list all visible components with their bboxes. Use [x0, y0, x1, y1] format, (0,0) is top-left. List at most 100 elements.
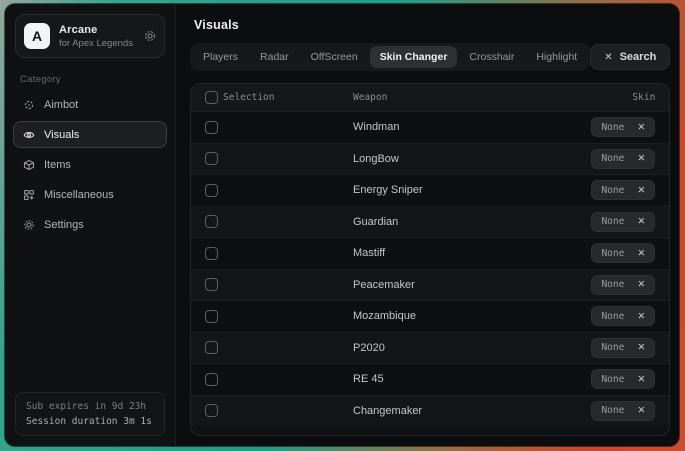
skin-column-header: Skin [632, 92, 655, 103]
crosshair-icon [23, 99, 35, 111]
sidebar-item-miscellaneous[interactable]: Miscellaneous [13, 181, 167, 208]
table-body: Windman None ✕ LongBow None ✕ Energy Sniper Non… [191, 111, 669, 426]
subscription-card: Sub expires in 9d 23h Session duration 3… [15, 392, 165, 436]
search-button[interactable]: ✕ Search [590, 44, 670, 70]
main-panel: Visuals PlayersRadarOffScreenSkin Change… [176, 4, 679, 446]
skin-select[interactable]: None ✕ [591, 212, 655, 232]
table-row: ChangemakerNone✕ [191, 395, 669, 427]
sidebar-item-visuals[interactable]: Visuals [13, 121, 167, 148]
tab-crosshair[interactable]: Crosshair [459, 46, 524, 68]
sidebar-item-aimbot[interactable]: Aimbot [13, 91, 167, 118]
session-duration-text: Session duration 3m 1s [26, 416, 154, 427]
skin-select[interactable]: None✕ [591, 369, 655, 389]
skin-select[interactable]: None ✕ [591, 243, 655, 263]
table-row: Mozambique None ✕ [191, 300, 669, 332]
sidebar-item-items[interactable]: Items [13, 151, 167, 178]
row-checkbox[interactable] [205, 215, 218, 228]
category-label: Category [20, 74, 175, 85]
clear-skin-icon[interactable]: ✕ [637, 216, 645, 227]
weapon-name: Energy Sniper [353, 184, 591, 196]
table-row: MastiffNone✕ [191, 237, 669, 269]
skin-value: None [601, 248, 624, 259]
clear-skin-icon[interactable]: ✕ [637, 122, 645, 133]
sidebar-item-settings[interactable]: Settings [13, 211, 167, 238]
skin-value: None [601, 216, 624, 227]
row-checkbox[interactable] [205, 373, 218, 386]
app-header-card: A Arcane for Apex Legends [15, 14, 165, 58]
table-row: P2020 None ✕ [191, 332, 669, 364]
row-checkbox[interactable] [205, 310, 218, 323]
gear-icon [23, 219, 35, 231]
select-all-checkbox[interactable] [205, 91, 218, 104]
weapon-name: Mozambique [353, 310, 591, 322]
sidebar-nav: Aimbot Visuals Items Miscellaneous Settings [5, 91, 175, 238]
sidebar-item-label: Items [44, 159, 71, 171]
sidebar-item-label: Visuals [44, 129, 79, 141]
clear-skin-icon[interactable]: ✕ [637, 248, 645, 259]
clear-skin-icon[interactable]: ✕ [637, 279, 645, 290]
tab-skin-changer[interactable]: Skin Changer [370, 46, 458, 68]
page-title: Visuals [194, 18, 670, 32]
skin-table: Selection Weapon Skin Windman None ✕ LongBo… [190, 83, 670, 436]
table-row: Energy Sniper None ✕ [191, 174, 669, 206]
tab-group: PlayersRadarOffScreenSkin ChangerCrossha… [190, 43, 590, 71]
skin-value: None [601, 342, 624, 353]
clear-skin-icon[interactable]: ✕ [637, 342, 645, 353]
weapon-name: Peacemaker [353, 279, 591, 291]
skin-select[interactable]: None ✕ [591, 306, 655, 326]
box-icon [23, 159, 35, 171]
table-row: Windman None ✕ [191, 111, 669, 143]
app-logo: A [24, 23, 50, 49]
tab-radar[interactable]: Radar [250, 46, 299, 68]
skin-select[interactable]: None✕ [591, 275, 655, 295]
skin-select[interactable]: None ✕ [591, 149, 655, 169]
selection-column-header: Selection [223, 92, 353, 103]
row-checkbox[interactable] [205, 184, 218, 197]
weapon-name: P2020 [353, 342, 591, 354]
sidebar-item-label: Miscellaneous [44, 189, 114, 201]
weapon-column-header: Weapon [353, 92, 632, 103]
row-checkbox[interactable] [205, 404, 218, 417]
clear-skin-icon[interactable]: ✕ [637, 374, 645, 385]
tab-offscreen[interactable]: OffScreen [301, 46, 368, 68]
weapon-name: Guardian [353, 216, 591, 228]
row-checkbox[interactable] [205, 121, 218, 134]
clear-skin-icon[interactable]: ✕ [637, 311, 645, 322]
skin-value: None [601, 153, 624, 164]
table-header-row: Selection Weapon Skin [191, 84, 669, 111]
row-checkbox[interactable] [205, 278, 218, 291]
search-button-label: Search [620, 51, 657, 63]
clear-skin-icon[interactable]: ✕ [637, 405, 645, 416]
app-window: A Arcane for Apex Legends Category Aimbo… [5, 4, 679, 446]
sidebar: A Arcane for Apex Legends Category Aimbo… [5, 4, 176, 446]
eye-icon [23, 129, 35, 141]
clear-skin-icon[interactable]: ✕ [637, 153, 645, 164]
tab-row: PlayersRadarOffScreenSkin ChangerCrossha… [190, 43, 670, 71]
tab-players[interactable]: Players [193, 46, 248, 68]
grid-icon [23, 189, 35, 201]
sub-expiry-text: Sub expires in 9d 23h [26, 401, 154, 412]
skin-value: None [601, 311, 624, 322]
skin-select[interactable]: None ✕ [591, 401, 655, 421]
row-checkbox[interactable] [205, 152, 218, 165]
skin-value: None [601, 122, 624, 133]
row-checkbox[interactable] [205, 341, 218, 354]
skin-value: None [601, 405, 624, 416]
skin-select[interactable]: None ✕ [591, 338, 655, 358]
table-row: Guardian None ✕ [191, 206, 669, 238]
table-row: LongBow None ✕ [191, 143, 669, 175]
sidebar-item-label: Aimbot [44, 99, 78, 111]
clear-skin-icon[interactable]: ✕ [637, 185, 645, 196]
app-title: Arcane [59, 24, 135, 36]
skin-select[interactable]: None ✕ [591, 117, 655, 137]
weapon-name: LongBow [353, 153, 591, 165]
row-checkbox[interactable] [205, 247, 218, 260]
table-row: RE 45None✕ [191, 363, 669, 395]
gear-icon[interactable] [144, 30, 156, 42]
skin-select[interactable]: None ✕ [591, 180, 655, 200]
weapon-name: Windman [353, 121, 591, 133]
tab-highlight[interactable]: Highlight [526, 46, 587, 68]
search-close-icon: ✕ [604, 52, 612, 63]
weapon-name: RE 45 [353, 373, 591, 385]
skin-value: None [601, 185, 624, 196]
